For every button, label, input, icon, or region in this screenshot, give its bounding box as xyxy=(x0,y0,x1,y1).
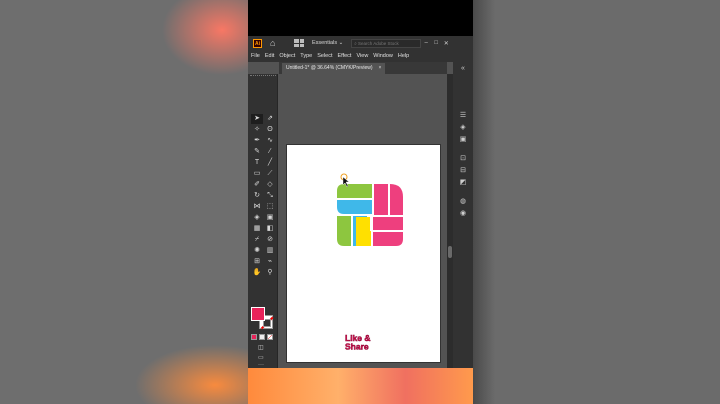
artboard-tool-icon[interactable]: ⊞ xyxy=(251,257,263,267)
none-mode-icon[interactable] xyxy=(267,334,273,340)
properties-icon[interactable]: ☰ xyxy=(459,112,467,120)
menu-bar: File Edit Object Type Select Effect View… xyxy=(248,50,473,62)
symbol-sprayer-tool-icon[interactable]: ✺ xyxy=(251,246,263,256)
video-frame: Ai ⌂ Essentials ⌄ ⌕ Search Adobe Stock –… xyxy=(0,0,720,404)
tool-grid: ➤ ⇗ ✧ ʘ ✒ ∿ ✎ ⁄ T ╱ ▭ ⟋ ✐ ◇ ↻ ⤡ ⋈ ⬚ ◈ ▣ … xyxy=(251,114,277,278)
menu-window[interactable]: Window xyxy=(373,53,393,59)
panel-grip[interactable] xyxy=(250,75,276,78)
close-button[interactable]: ✕ xyxy=(441,40,451,47)
artwork: Like & Share xyxy=(337,173,403,352)
app-logo: Ai xyxy=(253,38,262,48)
transform-icon[interactable]: ⊡ xyxy=(459,155,467,163)
document-tab-title: Untitled-1* @ 36.64% (CMYK/Preview) xyxy=(286,65,373,71)
pen-tool-icon[interactable]: ✒ xyxy=(251,136,263,146)
menu-view[interactable]: View xyxy=(356,53,368,59)
selection-tool-icon[interactable]: ➤ xyxy=(251,114,263,124)
stock-search-input[interactable]: ⌕ Search Adobe Stock xyxy=(351,38,422,48)
lasso-tool-icon[interactable]: ʘ xyxy=(264,125,276,135)
scrollbar-thumb[interactable] xyxy=(448,246,452,258)
title-bar: Ai ⌂ Essentials ⌄ ⌕ Search Adobe Stock –… xyxy=(248,36,473,50)
pencil-tool-icon[interactable]: ✎ xyxy=(251,147,263,157)
bottom-blurred-art xyxy=(248,368,473,404)
fill-swatch[interactable] xyxy=(251,307,265,321)
blurred-background-right xyxy=(473,0,720,404)
menu-object[interactable]: Object xyxy=(279,53,295,59)
menu-type[interactable]: Type xyxy=(300,53,312,59)
search-icon: ⌕ xyxy=(354,40,357,46)
scale-tool-icon[interactable]: ⤡ xyxy=(264,191,276,201)
zoom-tool-icon[interactable]: ⚲ xyxy=(264,268,276,278)
arrange-documents-icon[interactable] xyxy=(294,39,304,47)
shape-builder-tool-icon[interactable]: ◈ xyxy=(251,213,263,223)
blurred-background-left xyxy=(0,0,248,404)
search-placeholder: Search Adobe Stock xyxy=(358,40,399,46)
home-icon[interactable]: ⌂ xyxy=(270,38,280,48)
shaper-tool-icon[interactable]: ✐ xyxy=(251,180,263,190)
document-tab-bar: Untitled-1* @ 36.64% (CMYK/Preview) × xyxy=(279,62,447,74)
paintbrush-tool-icon[interactable]: ⟋ xyxy=(264,169,276,179)
like-share-caption: Like & Share xyxy=(345,333,373,352)
close-tab-icon[interactable]: × xyxy=(379,65,382,71)
canvas-area[interactable]: Like & Share xyxy=(279,74,447,394)
workspace-label: Essentials xyxy=(312,40,338,46)
brush-tool-icon[interactable]: ⁄ xyxy=(264,147,276,157)
curvature-tool-icon[interactable]: ∿ xyxy=(264,136,276,146)
pathfinder-icon[interactable]: ◩ xyxy=(459,179,467,187)
menu-effect[interactable]: Effect xyxy=(338,53,352,59)
slice-tool-icon[interactable]: ⌁ xyxy=(264,257,276,267)
artboard[interactable]: Like & Share xyxy=(286,144,441,363)
magic-wand-tool-icon[interactable]: ✧ xyxy=(251,125,263,135)
width-tool-icon[interactable]: ⋈ xyxy=(251,202,263,212)
line-tool-icon[interactable]: ╱ xyxy=(264,158,276,168)
color-icon[interactable]: ◍ xyxy=(459,198,467,206)
free-transform-tool-icon[interactable]: ⬚ xyxy=(264,202,276,212)
screen-mode-icon[interactable]: ▭ xyxy=(258,354,264,361)
menu-select[interactable]: Select xyxy=(317,53,332,59)
color-mode-row xyxy=(251,334,273,340)
workspace-switcher[interactable]: Essentials ⌄ xyxy=(312,40,343,46)
menu-help[interactable]: Help xyxy=(398,53,409,59)
fill-stroke-widget xyxy=(251,307,275,331)
collapse-panels-icon[interactable]: « xyxy=(459,65,467,73)
live-paint-tool-icon[interactable]: ▣ xyxy=(264,213,276,223)
rotate-tool-icon[interactable]: ↻ xyxy=(251,191,263,201)
type-tool-icon[interactable]: T xyxy=(251,158,263,168)
right-panel-dock: « ☰ ◈ ▣ ⊡ ⊟ ◩ ◍ ◉ xyxy=(453,62,473,368)
app-window: Ai ⌂ Essentials ⌄ ⌕ Search Adobe Stock –… xyxy=(248,36,473,404)
libraries-icon[interactable]: ▣ xyxy=(459,136,467,144)
draw-mode-icon[interactable]: ◫ xyxy=(258,344,264,351)
pinwheel-logo[interactable] xyxy=(337,184,403,246)
document-tab[interactable]: Untitled-1* @ 36.64% (CMYK/Preview) × xyxy=(282,63,386,74)
eyedropper-tool-icon[interactable]: ⌿ xyxy=(251,235,263,245)
rectangle-tool-icon[interactable]: ▭ xyxy=(251,169,263,179)
hand-tool-icon[interactable]: ✋ xyxy=(251,268,263,278)
blend-tool-icon[interactable]: ⊘ xyxy=(264,235,276,245)
chevron-down-icon: ⌄ xyxy=(338,40,344,46)
graph-tool-icon[interactable]: ▥ xyxy=(264,246,276,256)
tools-panel: ➤ ⇗ ✧ ʘ ✒ ∿ ✎ ⁄ T ╱ ▭ ⟋ ✐ ◇ ↻ ⤡ ⋈ ⬚ ◈ ▣ … xyxy=(248,74,278,368)
minimize-button[interactable]: – xyxy=(421,40,431,46)
direct-selection-tool-icon[interactable]: ⇗ xyxy=(264,114,276,124)
eraser-tool-icon[interactable]: ◇ xyxy=(264,180,276,190)
swatches-icon[interactable]: ◉ xyxy=(459,210,467,218)
gradient-tool-icon[interactable]: ◧ xyxy=(264,224,276,234)
align-icon[interactable]: ⊟ xyxy=(459,167,467,175)
color-mode-icon[interactable] xyxy=(251,334,257,340)
gradient-mode-icon[interactable] xyxy=(259,334,265,340)
illustrator-screen: Ai ⌂ Essentials ⌄ ⌕ Search Adobe Stock –… xyxy=(248,0,473,404)
menu-edit[interactable]: Edit xyxy=(265,53,274,59)
perspective-grid-tool-icon[interactable]: ▦ xyxy=(251,224,263,234)
menu-file[interactable]: File xyxy=(251,53,260,59)
maximize-button[interactable]: □ xyxy=(431,40,441,46)
layers-icon[interactable]: ◈ xyxy=(459,124,467,132)
